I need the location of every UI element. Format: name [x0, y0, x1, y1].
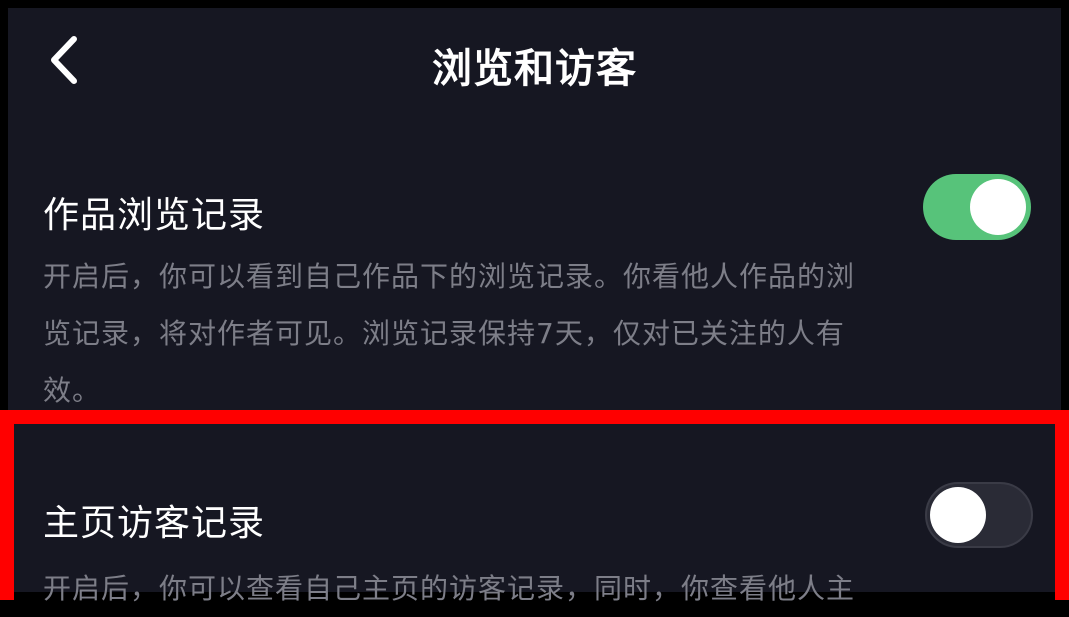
description-line: 开启后，你可以查看自己主页的访客记录，同时，你查看他人主	[43, 572, 856, 605]
setting-description: 开启后，你可以看到自己作品下的浏览记录。你看他人作品的浏 览记录，将对作者可见。…	[43, 248, 1033, 419]
setting-row-work-views: 作品浏览记录 开启后，你可以看到自己作品下的浏览记录。你看他人作品的浏 览记录，…	[8, 158, 1061, 418]
toggle-knob	[970, 179, 1026, 235]
setting-description: 开启后，你可以查看自己主页的访客记录，同时，你查看他人主	[43, 560, 1033, 617]
setting-row-profile-visitors: 主页访客记录 开启后，你可以查看自己主页的访客记录，同时，你查看他人主	[22, 432, 1047, 605]
nav-bar: 浏览和访客	[8, 8, 1061, 118]
description-line: 效。	[43, 374, 102, 407]
profile-visitors-toggle[interactable]	[925, 482, 1033, 548]
highlighted-region: 主页访客记录 开启后，你可以查看自己主页的访客记录，同时，你查看他人主	[22, 432, 1047, 605]
page-title: 浏览和访客	[432, 46, 637, 92]
setting-label: 主页访客记录	[43, 503, 266, 544]
description-line: 开启后，你可以看到自己作品下的浏览记录。你看他人作品的浏	[43, 260, 856, 293]
description-line: 览记录，将对作者可见。浏览记录保持7天，仅对已关注的人有	[43, 317, 845, 350]
work-views-toggle[interactable]	[923, 174, 1031, 240]
toggle-knob	[930, 487, 986, 543]
setting-label: 作品浏览记录	[43, 195, 266, 236]
